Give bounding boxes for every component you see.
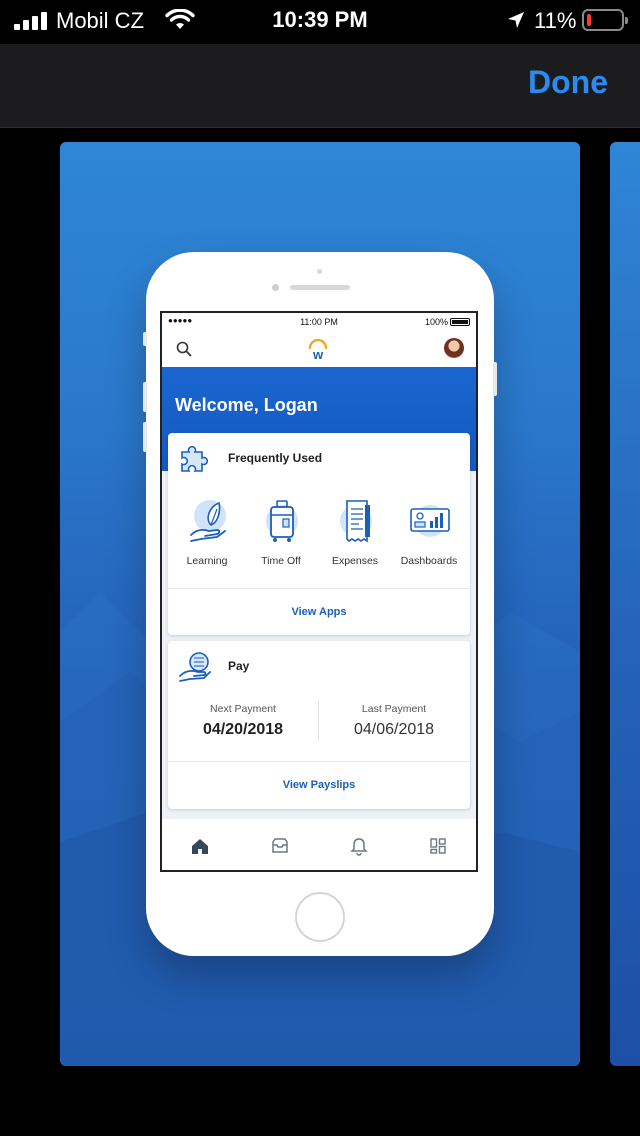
inbox-icon[interactable] [270, 836, 290, 856]
status-bar: Mobil CZ 10:39 PM 11% [0, 0, 640, 44]
workday-logo-icon: w [308, 339, 328, 361]
pay-card: Pay Next Payment 04/20/2018 Last Payment… [168, 641, 470, 809]
next-preview-slide[interactable] [610, 142, 640, 1066]
battery-percentage: 11% [534, 8, 577, 33]
puzzle-icon [181, 445, 209, 472]
app-dashboards[interactable]: Dashboards [392, 495, 466, 575]
last-payment-date: 04/06/2018 [353, 721, 435, 738]
bell-icon[interactable] [349, 836, 369, 856]
hand-coins-icon [179, 652, 211, 682]
home-button [295, 892, 345, 942]
card-title: Frequently Used [228, 451, 323, 465]
divider [168, 588, 470, 589]
welcome-title: Welcome, Logan [175, 395, 318, 415]
phone-mockup: ●●●●● 11:00 PM 100% w Welcome, Logan Fre… [143, 252, 497, 956]
battery-icon [582, 9, 628, 31]
card-title: Pay [228, 659, 250, 673]
preview-status-bar: ●●●●● 11:00 PM 100% [162, 313, 476, 331]
frequently-used-card: Frequently Used Learning Time Off Expens… [168, 433, 470, 635]
receipt-icon [340, 500, 372, 543]
app-time-off[interactable]: Time Off [244, 495, 318, 575]
speaker-grille [290, 285, 350, 290]
dashboard-chart-icon [410, 505, 450, 537]
learning-leaf-hand-icon [190, 500, 226, 542]
preview-slide[interactable]: ●●●●● 11:00 PM 100% w Welcome, Logan Fre… [60, 142, 580, 1066]
front-camera [272, 284, 279, 291]
battery-level [587, 14, 591, 26]
view-payslips-link[interactable]: View Payslips [168, 779, 470, 791]
preview-battery-icon [450, 318, 470, 326]
apps-grid-icon[interactable] [428, 836, 448, 856]
last-payment: Last Payment 04/06/2018 [319, 703, 469, 739]
search-icon[interactable] [176, 341, 192, 357]
frequent-apps: Learning Time Off Expenses Dashboards [168, 495, 470, 575]
suitcase-icon [266, 500, 298, 542]
app-expenses[interactable]: Expenses [318, 495, 392, 575]
next-payment-date: 04/20/2018 [202, 721, 284, 738]
view-apps-link[interactable]: View Apps [168, 606, 470, 618]
app-learning[interactable]: Learning [170, 495, 244, 575]
location-arrow-icon [508, 12, 524, 28]
avatar[interactable] [444, 338, 464, 358]
app-preview-screen: ●●●●● 11:00 PM 100% w Welcome, Logan Fre… [160, 311, 478, 872]
top-bar: Done [0, 44, 640, 128]
app-switcher-screen: Mobil CZ 10:39 PM 11% Done ●●●●● 11:00 P… [0, 0, 640, 1136]
next-payment: Next Payment 04/20/2018 [168, 703, 318, 739]
divider [168, 761, 470, 762]
done-button[interactable]: Done [528, 64, 608, 101]
preview-tab-bar [162, 819, 476, 870]
home-icon[interactable] [190, 836, 210, 856]
preview-header: w [162, 331, 476, 367]
svg-text:w: w [312, 347, 324, 361]
